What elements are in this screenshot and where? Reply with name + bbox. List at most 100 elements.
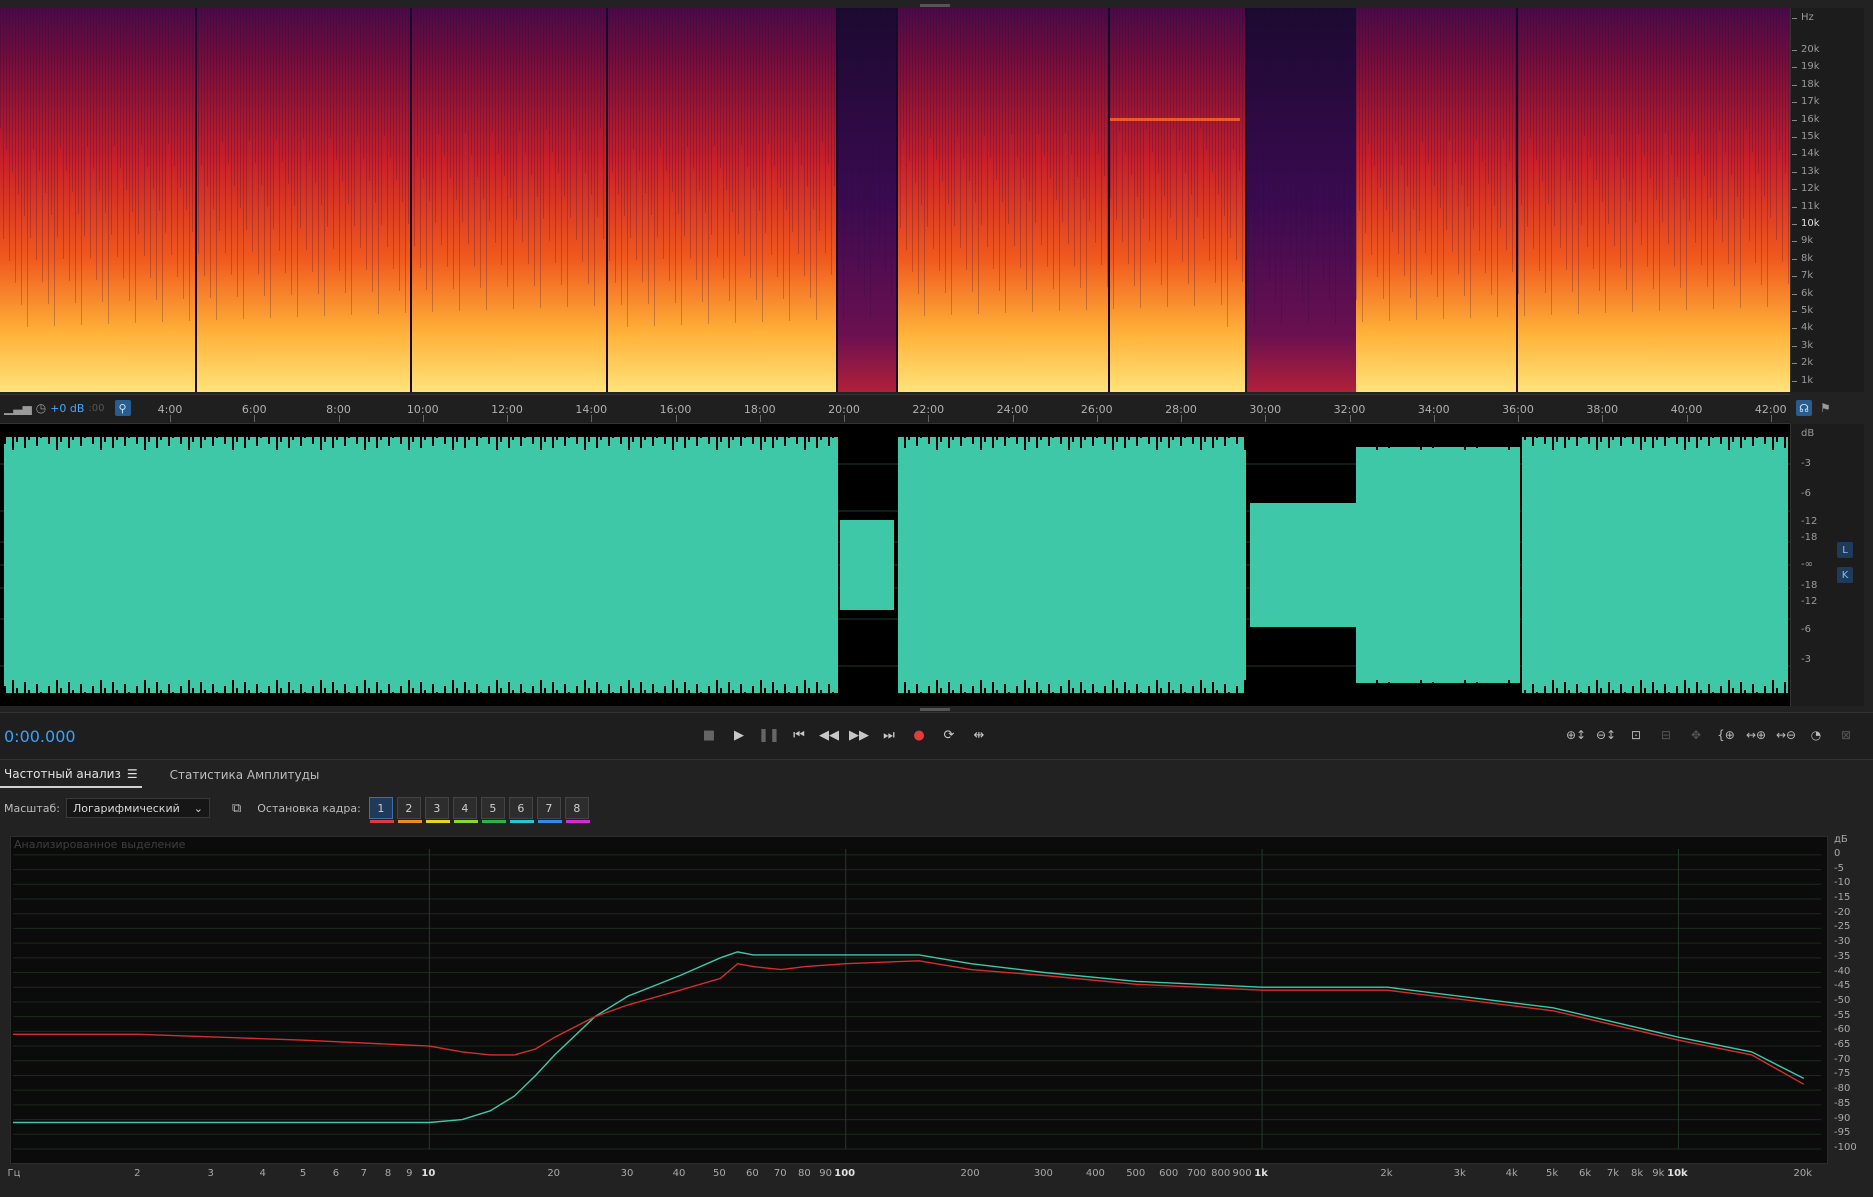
gain-label[interactable]: +0 dB	[50, 402, 84, 415]
waveform-edge	[1104, 686, 1106, 706]
spectrogram-view[interactable]	[0, 8, 1790, 392]
time-ruler[interactable]: 4:00 6:00 8:00 10:00 12:00 14:00 16:00 18:00 20:…	[0, 394, 1790, 424]
zoom-reset-icon[interactable]: ✥	[1685, 725, 1707, 745]
freeze-frame-button-3[interactable]: 3	[424, 797, 450, 823]
waveform-edge	[28, 690, 30, 706]
play-icon[interactable]: ▶	[730, 725, 748, 745]
fast-forward-icon[interactable]: ▶▶	[849, 725, 869, 745]
spectrogram-streak	[1059, 8, 1060, 311]
top-splitter-handle[interactable]	[920, 4, 950, 7]
spectrogram-streak	[693, 8, 694, 169]
skip-end-icon[interactable]: ⏭	[880, 725, 898, 745]
waveform-edge	[1388, 682, 1390, 706]
waveform-edge	[1512, 424, 1514, 442]
waveform-edge	[424, 690, 426, 706]
skip-silence-icon[interactable]: ⇹	[970, 725, 988, 745]
tab-amplitude-statistics[interactable]: Статистика Амплитуды	[166, 763, 324, 787]
waveform-edge	[920, 424, 922, 438]
loop-icon[interactable]: ⟳	[940, 725, 958, 745]
spectrogram-streak	[972, 8, 973, 292]
freeze-frame-button-6[interactable]: 6	[508, 797, 534, 823]
tab-frequency-analysis[interactable]: Частотный анализ ☰	[0, 762, 142, 788]
spectrogram-streak	[903, 8, 904, 139]
spectrogram-streak	[699, 8, 700, 191]
waveform-edge	[1488, 424, 1490, 446]
marker-pin-icon[interactable]: ⚑	[1820, 401, 1831, 415]
pause-icon[interactable]: ❚❚	[758, 725, 780, 745]
zoom-full-icon[interactable]: ⊟	[1655, 725, 1677, 745]
middle-splitter-handle[interactable]	[920, 708, 950, 711]
freeze-frame-button-1[interactable]: 1	[368, 797, 394, 823]
time-tick-mark	[1518, 415, 1519, 422]
copy-frame-icon[interactable]: ⧉	[232, 801, 241, 816]
channel-right-badge[interactable]: K	[1837, 567, 1853, 583]
waveform-edge	[800, 694, 802, 706]
waveform-edge	[1720, 686, 1722, 706]
waveform-edge	[144, 424, 146, 450]
waveform-edge	[1668, 424, 1670, 438]
current-time-display[interactable]: 0:00.000	[4, 727, 76, 746]
rewind-icon[interactable]: ◀◀	[819, 725, 839, 745]
freeze-frame-button-8[interactable]: 8	[564, 797, 590, 823]
waveform-edge	[1032, 696, 1034, 706]
analysis-tabs: Частотный анализ ☰ Статистика Амплитуды	[0, 760, 1873, 790]
waveform-edge	[528, 700, 530, 706]
freq-axis-tick: 500	[1126, 1168, 1146, 1179]
stop-icon[interactable]: ■	[700, 725, 718, 745]
freeze-frame-label: 5	[489, 801, 497, 815]
waveform-edge	[584, 680, 586, 706]
waveform-edge	[580, 424, 582, 436]
frequency-db-ruler: дБ 0 -5 -10 -15 -20 -25 -30 -35 -40 -45 -50 -55 -60-…	[1818, 834, 1873, 1164]
zoom-to-session-icon[interactable]: ◔	[1805, 725, 1827, 745]
record-icon[interactable]: ●	[910, 725, 928, 745]
spectrogram-streak	[447, 8, 448, 267]
zoom-out-full-icon[interactable]: ⊠	[1835, 725, 1857, 745]
waveform-edge	[1092, 424, 1094, 446]
scale-select[interactable]: Логарифмический ⌄	[65, 798, 210, 818]
skip-start-icon[interactable]: ⏮	[790, 725, 808, 745]
waveform-edge	[788, 424, 790, 438]
waveform-edge	[736, 698, 738, 706]
zoom-in-left-icon[interactable]: {⊕	[1715, 725, 1737, 745]
waveform-edge	[1132, 698, 1134, 706]
spectrogram-streak	[357, 8, 358, 137]
spectrogram-streak	[507, 8, 508, 287]
waveform-edge	[288, 682, 290, 706]
db-axis-unit: дБ	[1834, 834, 1848, 845]
spectrogram-streak	[1677, 8, 1678, 177]
channel-left-badge[interactable]: L	[1837, 542, 1853, 558]
zoom-selection-icon[interactable]: ⊡	[1625, 725, 1647, 745]
waveform-view[interactable]	[0, 424, 1790, 706]
freeze-frame-button-5[interactable]: 5	[480, 797, 506, 823]
zoom-in-amplitude-icon[interactable]: ⊕↕	[1565, 725, 1587, 745]
freeze-frame-button-4[interactable]: 4	[452, 797, 478, 823]
waveform-edge	[1692, 696, 1694, 706]
spectrogram-streak	[567, 8, 568, 307]
freq-axis-tick: 20k	[1793, 1168, 1813, 1179]
zoom-out-time-icon[interactable]: ↔⊖	[1775, 725, 1797, 745]
freeze-frame-button-7[interactable]: 7	[536, 797, 562, 823]
headphones-icon[interactable]: ☊	[1796, 400, 1812, 416]
zoom-in-time-icon[interactable]: ↔⊕	[1745, 725, 1767, 745]
panel-menu-icon[interactable]: ☰	[127, 767, 138, 781]
clock-icon[interactable]: ◷	[36, 401, 46, 415]
spectrogram-streak	[399, 8, 400, 291]
waveform-edge	[492, 694, 494, 706]
waveform-edge	[516, 424, 518, 432]
waveform-edge	[440, 424, 442, 430]
waveform-edge	[1148, 424, 1150, 444]
pin-icon[interactable]: ⚲	[114, 400, 131, 416]
waveform-edge	[1256, 682, 1258, 706]
spectrogram-streak	[1272, 8, 1273, 192]
waveform-edge	[540, 680, 542, 706]
spectrogram-streak	[984, 8, 985, 136]
freeze-frame-button-2[interactable]: 2	[396, 797, 422, 823]
signal-bars-icon[interactable]: ▁▃▅	[4, 401, 32, 415]
zoom-out-amplitude-icon[interactable]: ⊖↕	[1595, 725, 1617, 745]
frequency-analysis-chart[interactable]	[10, 836, 1828, 1164]
spectrogram-streak	[1383, 8, 1384, 299]
waveform-edge	[1384, 424, 1386, 434]
waveform-edge	[1548, 424, 1550, 436]
waveform-edge	[1448, 424, 1450, 438]
spectrogram-streak	[855, 8, 856, 163]
